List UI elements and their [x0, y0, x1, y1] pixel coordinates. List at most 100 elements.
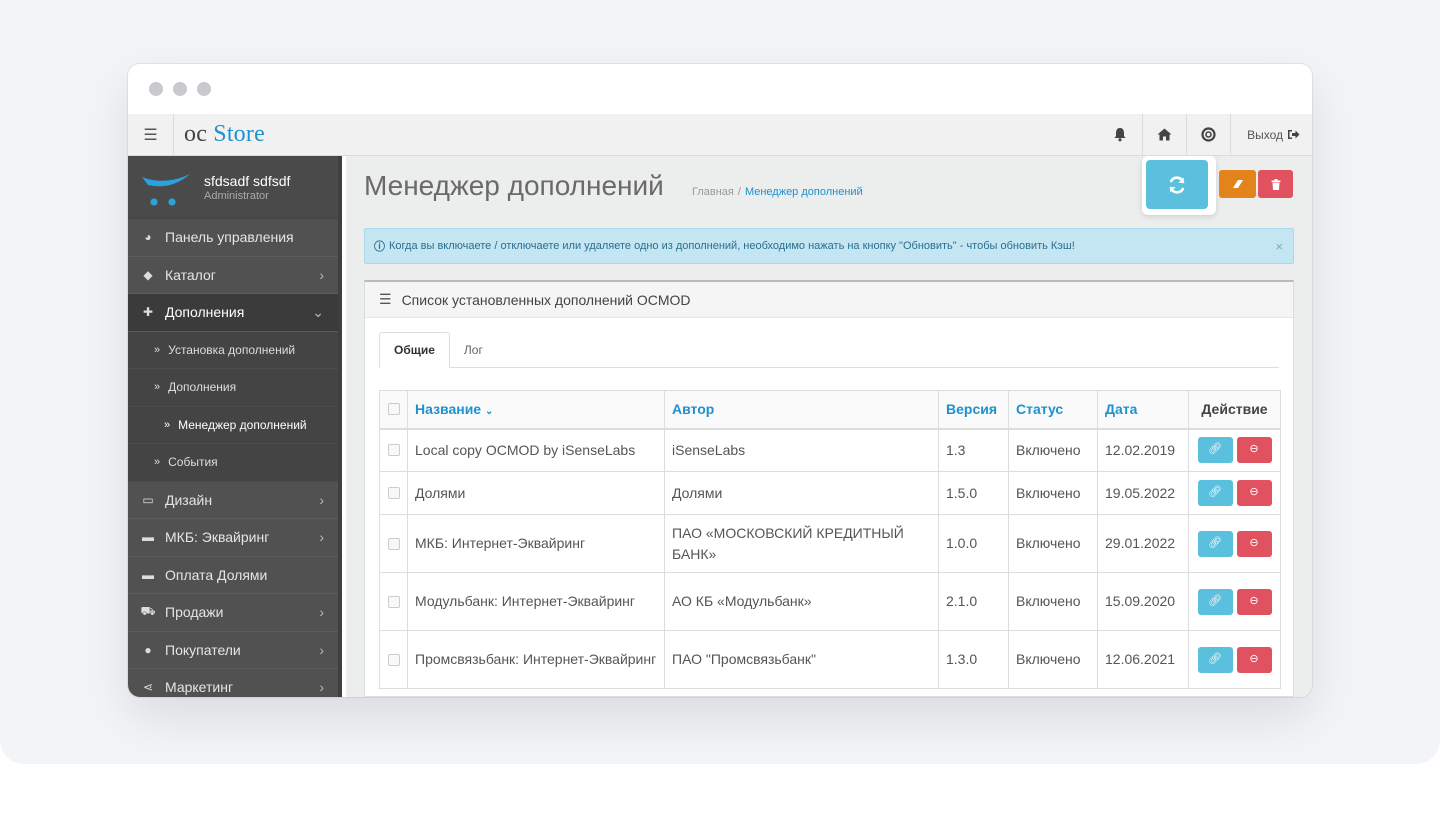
sign-out-icon: [1288, 130, 1300, 139]
row-checkbox[interactable]: [387, 537, 400, 550]
sort-caret-icon: ⌄: [484, 406, 494, 418]
cell-status: Включено: [1008, 471, 1098, 515]
column-status[interactable]: Статус: [1008, 390, 1098, 430]
link-button[interactable]: 🔗︎: [1197, 437, 1233, 464]
chevron-right-icon: ›: [319, 529, 324, 546]
link-button[interactable]: 🔗︎: [1197, 646, 1233, 673]
chevron-right-icon: ›: [319, 604, 324, 621]
bell-icon[interactable]: [1098, 114, 1142, 156]
info-circle-icon: ⓘ: [374, 241, 385, 253]
minus-circle-icon: ⊖: [1249, 486, 1259, 499]
disable-button[interactable]: ⊖: [1236, 480, 1272, 506]
table-row: Модульбанк: Интернет-Эквайринг АО КБ «Мо…: [379, 572, 1281, 631]
trash-icon: [1271, 178, 1280, 190]
support-lifebuoy-icon[interactable]: [1186, 113, 1230, 156]
disable-button[interactable]: ⊖: [1236, 437, 1272, 464]
cell-status: Включено: [1008, 428, 1098, 472]
column-author[interactable]: Автор: [664, 390, 939, 430]
cell-author: iSenseLabs: [664, 428, 939, 472]
window-dot-minimize[interactable]: [173, 82, 187, 96]
share-icon: ⋖: [142, 680, 154, 695]
breadcrumb-current[interactable]: Менеджер дополнений: [745, 186, 863, 198]
modifications-table: Название ⌄ Автор Версия Статус Дата Дейс…: [379, 390, 1281, 689]
page-header: Менеджер дополнений Главная / Менеджер доп…: [346, 156, 1312, 222]
refresh-icon: [1169, 175, 1185, 194]
table-row: Local copy OCMOD by iSenseLabs iSenseLab…: [379, 428, 1281, 472]
card-icon: ▬: [142, 567, 154, 582]
sidebar-item-sales[interactable]: ⛟ Продажи ›: [128, 594, 338, 632]
alert-close-icon[interactable]: ×: [1275, 239, 1283, 254]
clear-log-button[interactable]: [1219, 170, 1256, 198]
sidebar-item-catalog[interactable]: ◆ Каталог ›: [128, 257, 338, 294]
cell-date: 15.09.2020: [1097, 572, 1189, 631]
cell-version: 2.1.0: [938, 572, 1009, 631]
sidebar-item-dashboard[interactable]: ◕ Панель управления: [128, 219, 338, 257]
row-checkbox[interactable]: [387, 487, 400, 499]
sidebar-item-extensions[interactable]: ✚ Дополнения ⌄: [128, 294, 338, 332]
select-all-checkbox[interactable]: [387, 403, 400, 416]
sidebar-subitem-installer[interactable]: » Установка дополнений: [128, 331, 338, 369]
link-icon: 🔗︎: [1208, 536, 1222, 549]
disable-button[interactable]: ⊖: [1236, 588, 1272, 615]
link-button[interactable]: 🔗︎: [1197, 530, 1233, 557]
sidebar-item-customers[interactable]: ● Покупатели ›: [128, 632, 338, 669]
cell-name: Модульбанк: Интернет-Эквайринг: [407, 572, 665, 631]
breadcrumb-home[interactable]: Главная: [692, 186, 734, 198]
tab-general[interactable]: Общие: [379, 332, 450, 368]
link-button[interactable]: 🔗︎: [1197, 480, 1233, 506]
monitor-icon: ▭: [142, 492, 154, 507]
dashboard-icon: ◕: [144, 230, 152, 245]
cell-author: АО КБ «Модульбанк»: [664, 572, 939, 631]
window-dot-close[interactable]: [149, 82, 163, 96]
window-dot-maximize[interactable]: [197, 82, 211, 96]
table-row: Промсвязьбанк: Интернет-Эквайринг ПАО "П…: [379, 630, 1281, 689]
delete-button[interactable]: [1258, 170, 1293, 198]
sidebar-item-marketing[interactable]: ⋖ Маркетинг ›: [128, 669, 338, 697]
select-all-cell: [379, 390, 408, 430]
home-icon[interactable]: [1142, 113, 1186, 156]
sidebar-subitem-extensions[interactable]: » Дополнения: [128, 369, 338, 407]
cell-date: 29.01.2022: [1097, 514, 1189, 573]
column-version[interactable]: Версия: [938, 390, 1009, 430]
row-checkbox[interactable]: [387, 653, 400, 666]
ocstore-logo[interactable]: oc Store: [174, 121, 265, 148]
row-checkbox[interactable]: [387, 444, 400, 457]
user-profile[interactable]: sfdsadf sdfsdf Administrator: [128, 156, 338, 219]
link-icon: 🔗︎: [1208, 652, 1222, 665]
user-name: sfdsadf sdfsdf: [204, 172, 291, 189]
double-chevron-icon: »: [154, 343, 161, 356]
link-button[interactable]: 🔗︎: [1197, 588, 1233, 615]
cell-name: Local copy OCMOD by iSenseLabs: [407, 428, 665, 472]
sidebar-item-mkb-acquiring[interactable]: ▬ МКБ: Эквайринг ›: [128, 519, 338, 557]
chevron-down-icon: ⌄: [312, 303, 324, 320]
disable-button[interactable]: ⊖: [1236, 530, 1272, 557]
column-date[interactable]: Дата: [1097, 390, 1189, 430]
refresh-button[interactable]: [1146, 160, 1208, 209]
refresh-button-highlight: [1142, 156, 1216, 215]
cell-version: 1.5.0: [938, 471, 1009, 515]
double-chevron-icon: »: [154, 381, 161, 394]
cell-status: Включено: [1008, 630, 1098, 689]
sidebar-item-dolyami-payment[interactable]: ▬ Оплата Долями: [128, 557, 338, 594]
tab-log[interactable]: Лог: [450, 332, 497, 368]
minus-circle-icon: ⊖: [1249, 443, 1259, 456]
cell-author: Долями: [664, 471, 939, 515]
sidebar-subitem-modification-manager[interactable]: » Менеджер дополнений: [128, 406, 338, 444]
column-name[interactable]: Название ⌄: [407, 390, 665, 430]
sidebar-subitem-events[interactable]: » События: [128, 444, 338, 482]
user-icon: ●: [144, 642, 152, 657]
user-role: Administrator: [204, 189, 269, 202]
admin-app: ☰ oc Store Выход sfdsadf sdfsdf Administ…: [128, 113, 1312, 697]
cell-status: Включено: [1008, 514, 1098, 573]
menu-toggle-icon[interactable]: ☰: [128, 113, 174, 156]
info-alert: ⓘ Когда вы включаете / отключаете или уд…: [364, 228, 1294, 264]
window-chrome: [128, 64, 1312, 114]
sidebar-item-design[interactable]: ▭ Дизайн ›: [128, 482, 338, 519]
row-checkbox[interactable]: [387, 595, 400, 608]
list-icon: ☰: [379, 291, 392, 307]
top-header: ☰ oc Store Выход: [128, 113, 1312, 156]
cart-icon: ⛟: [140, 604, 156, 619]
logout-button[interactable]: Выход: [1230, 113, 1312, 156]
disable-button[interactable]: ⊖: [1236, 646, 1272, 673]
minus-circle-icon: ⊖: [1249, 536, 1259, 549]
